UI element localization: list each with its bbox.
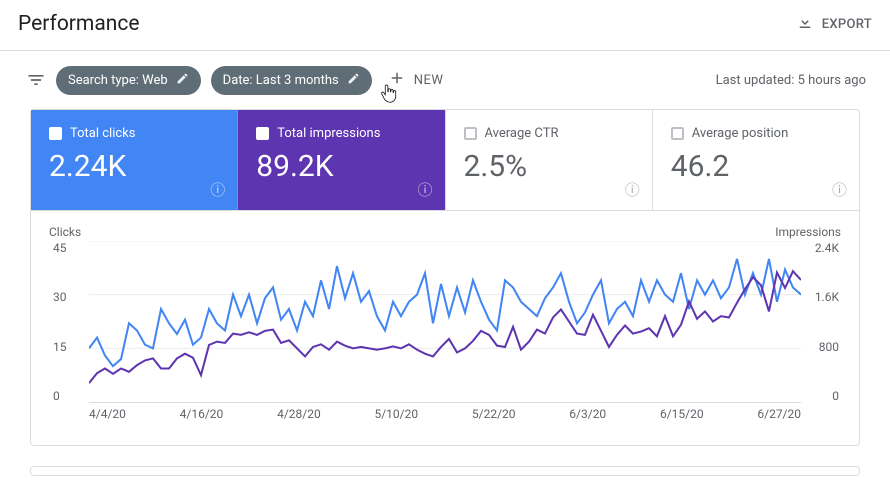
checkbox-icon: [49, 127, 62, 140]
page-title: Performance: [18, 12, 139, 36]
export-button[interactable]: EXPORT: [796, 13, 872, 35]
help-icon[interactable]: ⓘ: [417, 179, 432, 200]
metric-value: 89.2K: [256, 149, 426, 184]
x-axis: 4/4/20 4/16/20 4/28/20 5/10/20 5/22/20 6…: [89, 407, 801, 427]
chip-date-range[interactable]: Date: Last 3 months: [211, 66, 372, 95]
help-icon[interactable]: ⓘ: [210, 179, 225, 200]
chip-label: Date: Last 3 months: [223, 73, 339, 88]
last-updated-text: Last updated: 5 hours ago: [716, 73, 872, 88]
cursor-hand-icon: [380, 83, 398, 109]
metric-value: 2.5%: [464, 149, 634, 184]
help-icon[interactable]: ⓘ: [832, 179, 847, 200]
card-stub: [30, 466, 860, 476]
pencil-icon: [347, 72, 360, 89]
y-axis-right: 2.4K 1.6K 800 0: [801, 241, 841, 403]
new-button-label: NEW: [414, 73, 444, 88]
left-axis-title: Clicks: [49, 225, 81, 239]
performance-card: Total clicks2.24KⓘTotal impressions89.2K…: [30, 109, 860, 446]
metric-label: Average position: [692, 126, 789, 141]
right-axis-title: Impressions: [775, 225, 841, 239]
metric-label: Total impressions: [277, 126, 380, 141]
metric-avg_position[interactable]: Average position 46.2ⓘ: [653, 110, 859, 210]
metric-label: Average CTR: [485, 126, 559, 141]
metric-avg_ctr[interactable]: Average CTR 2.5%ⓘ: [446, 110, 653, 210]
export-label: EXPORT: [822, 17, 872, 32]
add-filter-button[interactable]: NEW: [382, 65, 450, 95]
checkbox-icon: [464, 127, 477, 140]
chip-search-type[interactable]: Search type: Web: [56, 66, 201, 95]
checkbox-icon: [256, 127, 269, 140]
download-icon: [796, 13, 814, 35]
help-icon[interactable]: ⓘ: [625, 179, 640, 200]
metric-label: Total clicks: [70, 126, 135, 141]
y-axis-left: 45 30 15 0: [49, 241, 89, 403]
metric-total_impressions[interactable]: Total impressions 89.2Kⓘ: [238, 110, 445, 210]
metric-total_clicks[interactable]: Total clicks 2.24Kⓘ: [31, 110, 238, 210]
line-chart[interactable]: 45 30 15 0 2.4K 1.6K 800 0: [49, 241, 841, 427]
metric-value: 2.24K: [49, 149, 219, 184]
chip-label: Search type: Web: [68, 73, 168, 88]
pencil-icon: [176, 72, 189, 89]
checkbox-icon: [671, 127, 684, 140]
filter-icon[interactable]: [26, 70, 46, 90]
metric-value: 46.2: [671, 149, 841, 184]
